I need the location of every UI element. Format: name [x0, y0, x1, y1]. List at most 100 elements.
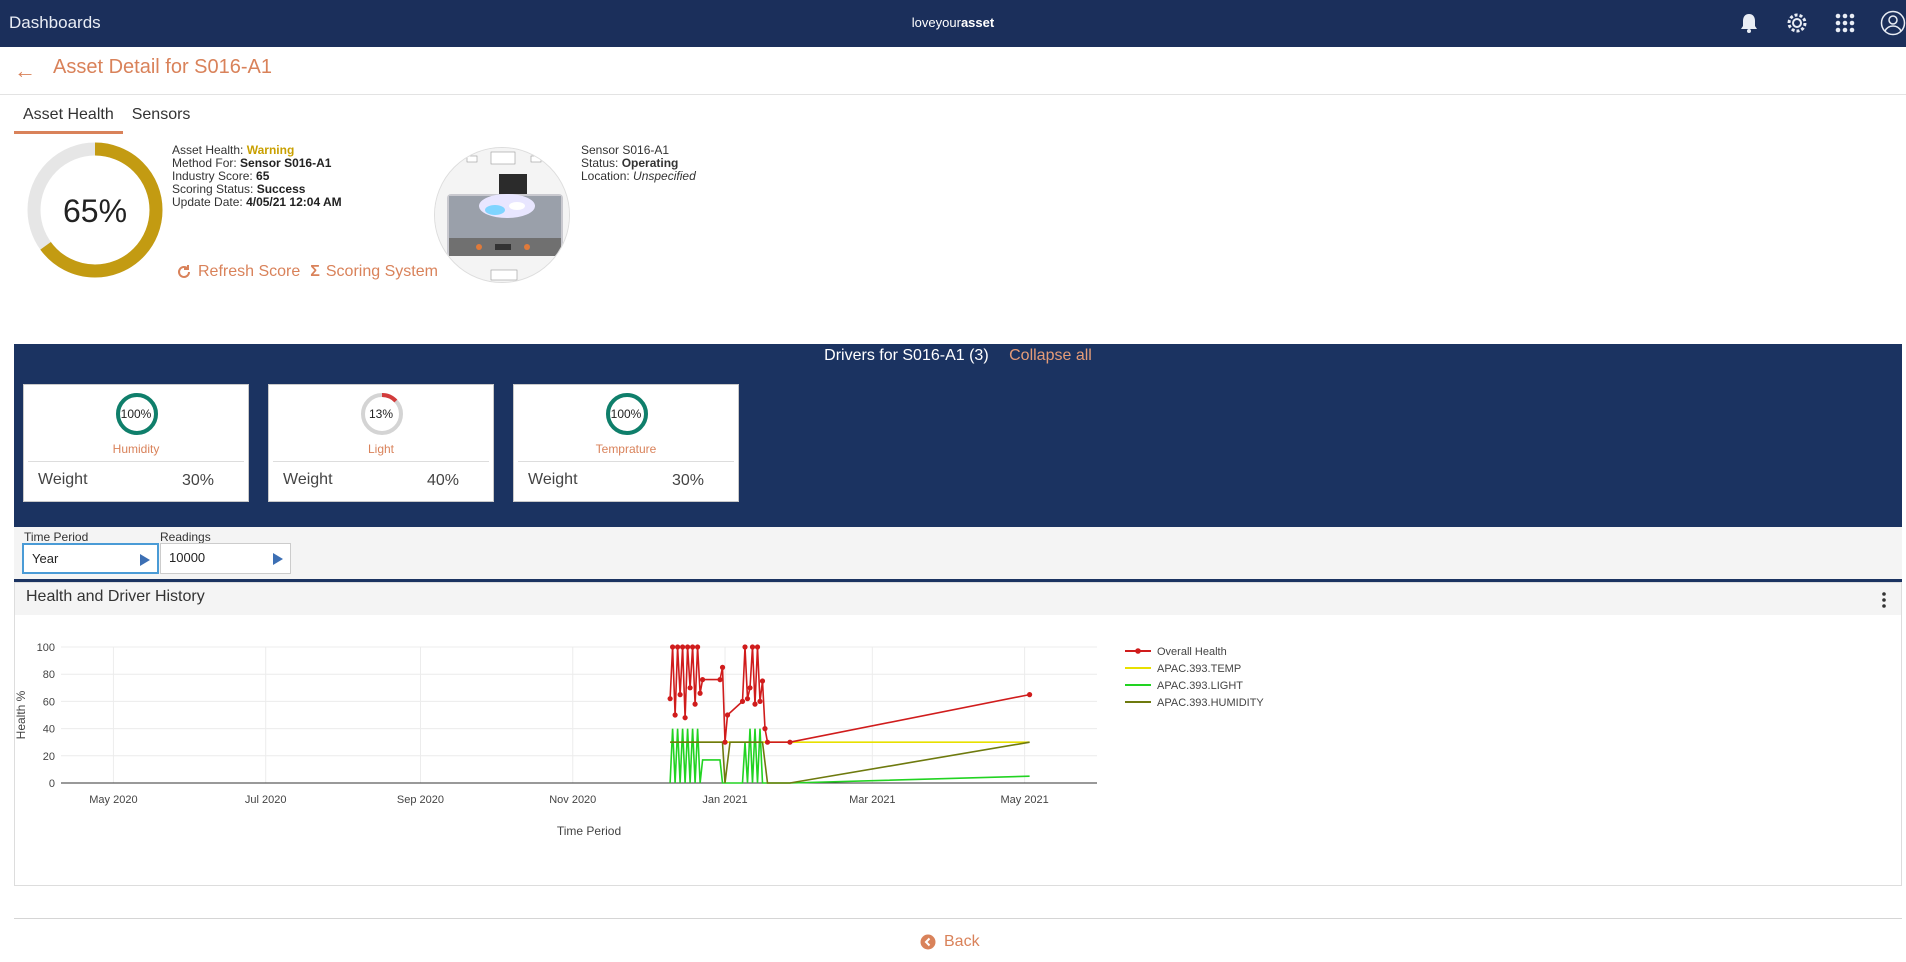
asset-health-value: Warning	[246, 143, 295, 157]
data-point	[694, 644, 701, 650]
data-point	[749, 644, 756, 650]
back-arrow-icon[interactable]: ←	[14, 58, 36, 84]
gear-icon[interactable]	[1784, 10, 1810, 36]
top-bar: Dashboards loveyourasset	[0, 0, 1906, 47]
driver-value: 100%	[120, 407, 152, 421]
legend-marker	[1135, 648, 1141, 654]
data-point	[682, 715, 688, 721]
data-point	[747, 685, 753, 691]
driver-value: 100%	[610, 407, 642, 421]
collapse-all-link[interactable]: Collapse all	[1009, 347, 1092, 364]
data-point	[692, 701, 698, 707]
x-tick-label: Mar 2021	[849, 794, 895, 806]
health-score-value: 65%	[62, 193, 128, 229]
score-actions: Refresh Score Σ Scoring System	[176, 263, 438, 281]
data-point	[759, 678, 766, 684]
data-point	[724, 712, 731, 718]
data-point	[677, 692, 683, 698]
history-controls: Time Period Year Readings 10000	[14, 527, 1902, 580]
driver-name: Temprature	[595, 442, 657, 456]
weight-label: Weight	[38, 471, 88, 488]
back-label: Back	[944, 933, 980, 950]
data-point	[752, 701, 758, 707]
data-point	[742, 644, 748, 650]
driver-card-humidity[interactable]: 100% Humidity Weight 30%	[23, 384, 249, 502]
y-tick-label: 40	[43, 724, 55, 736]
data-point	[687, 685, 693, 691]
y-tick-label: 20	[43, 751, 55, 763]
health-info: Asset Health: Warning Method For: Sensor…	[172, 144, 342, 209]
industry-score-label: Industry Score:	[172, 169, 253, 183]
footer-divider	[14, 918, 1902, 919]
kebab-menu-icon[interactable]	[1881, 591, 1887, 614]
data-point	[667, 696, 673, 702]
data-point	[1026, 692, 1033, 698]
data-point	[757, 698, 763, 704]
data-point	[689, 644, 696, 650]
brand-logo: loveyourasset	[0, 15, 1906, 30]
user-avatar-icon[interactable]	[1880, 10, 1906, 36]
data-point	[684, 644, 691, 650]
method-label: Method For:	[172, 156, 237, 170]
data-point	[764, 739, 771, 745]
readings-input[interactable]: 10000	[160, 543, 291, 574]
x-tick-label: May 2020	[89, 794, 137, 806]
scoring-status-label: Scoring Status:	[172, 182, 254, 196]
tab-asset-health[interactable]: Asset Health	[14, 104, 123, 134]
data-point	[717, 677, 723, 683]
data-point	[697, 690, 703, 696]
update-date-label: Update Date:	[172, 195, 243, 209]
update-date-value: 4/05/21 12:04 AM	[246, 195, 342, 209]
driver-card-light[interactable]: 13% Light Weight 40%	[268, 384, 494, 502]
back-button[interactable]: Back	[920, 933, 980, 951]
legend-label: Overall Health	[1157, 646, 1227, 658]
play-icon[interactable]	[273, 553, 283, 565]
divider	[273, 461, 489, 462]
scoring-system-label: Scoring System	[325, 263, 438, 280]
chart-header: Health and Driver History	[15, 583, 1901, 615]
health-history-panel: Health and Driver History 0 20 40 60 80 100 Ma…	[14, 582, 1902, 886]
y-tick-label: 80	[43, 669, 55, 681]
x-tick-label: May 2021	[1000, 794, 1048, 806]
tab-bar: Asset Health Sensors	[14, 104, 199, 134]
weight-label: Weight	[528, 471, 578, 488]
refresh-score-label: Refresh Score	[198, 263, 301, 280]
app-grid-icon[interactable]	[1832, 10, 1858, 36]
sigma-icon: Σ	[310, 263, 320, 280]
legend-label: APAC.393.HUMIDITY	[1157, 697, 1264, 709]
x-tick-label: Jul 2020	[245, 794, 287, 806]
play-icon[interactable]	[140, 554, 150, 566]
drivers-header: Drivers for S016-A1 (3) Collapse all	[14, 347, 1902, 365]
drivers-panel: Drivers for S016-A1 (3) Collapse all 100…	[14, 344, 1902, 527]
bell-icon[interactable]	[1736, 10, 1762, 36]
sensor-status-label: Status:	[581, 156, 619, 170]
scoring-system-button[interactable]: Σ Scoring System	[310, 263, 438, 281]
data-point	[754, 644, 761, 650]
data-point	[787, 739, 793, 745]
page-title: Asset Detail for S016-A1	[53, 56, 272, 78]
data-point	[762, 726, 768, 732]
y-axis-title: Health %	[15, 690, 28, 739]
x-tick-label: Jan 2021	[702, 794, 747, 806]
tab-sensors[interactable]: Sensors	[123, 104, 200, 134]
asset-health-label: Asset Health:	[172, 143, 244, 157]
driver-card-temprature[interactable]: 100% Temprature Weight 30%	[513, 384, 739, 502]
weight-value: 30%	[182, 472, 215, 489]
legend-label: APAC.393.TEMP	[1157, 663, 1241, 675]
y-tick-label: 100	[37, 642, 55, 654]
data-point	[744, 696, 751, 702]
driver-value: 13%	[368, 407, 394, 421]
readings-label: Readings	[160, 530, 211, 544]
x-axis-title: Time Period	[557, 824, 621, 838]
weight-value: 40%	[427, 472, 460, 489]
health-history-chart: 0 20 40 60 80 100 May 2020 Jul 2020 Sep 2020 Nov …	[15, 642, 1264, 838]
brand-light: loveyour	[911, 15, 961, 30]
refresh-score-button[interactable]: Refresh Score	[176, 263, 300, 281]
time-period-select[interactable]: Year	[22, 543, 159, 574]
method-value: Sensor S016-A1	[240, 156, 332, 170]
x-tick-label: Sep 2020	[397, 794, 444, 806]
legend-label: APAC.393.LIGHT	[1157, 680, 1243, 692]
sensor-info: Sensor S016-A1 Status: Operating Locatio…	[581, 144, 696, 183]
driver-name: Humidity	[112, 442, 160, 456]
series-line-overall-health	[669, 646, 1030, 743]
